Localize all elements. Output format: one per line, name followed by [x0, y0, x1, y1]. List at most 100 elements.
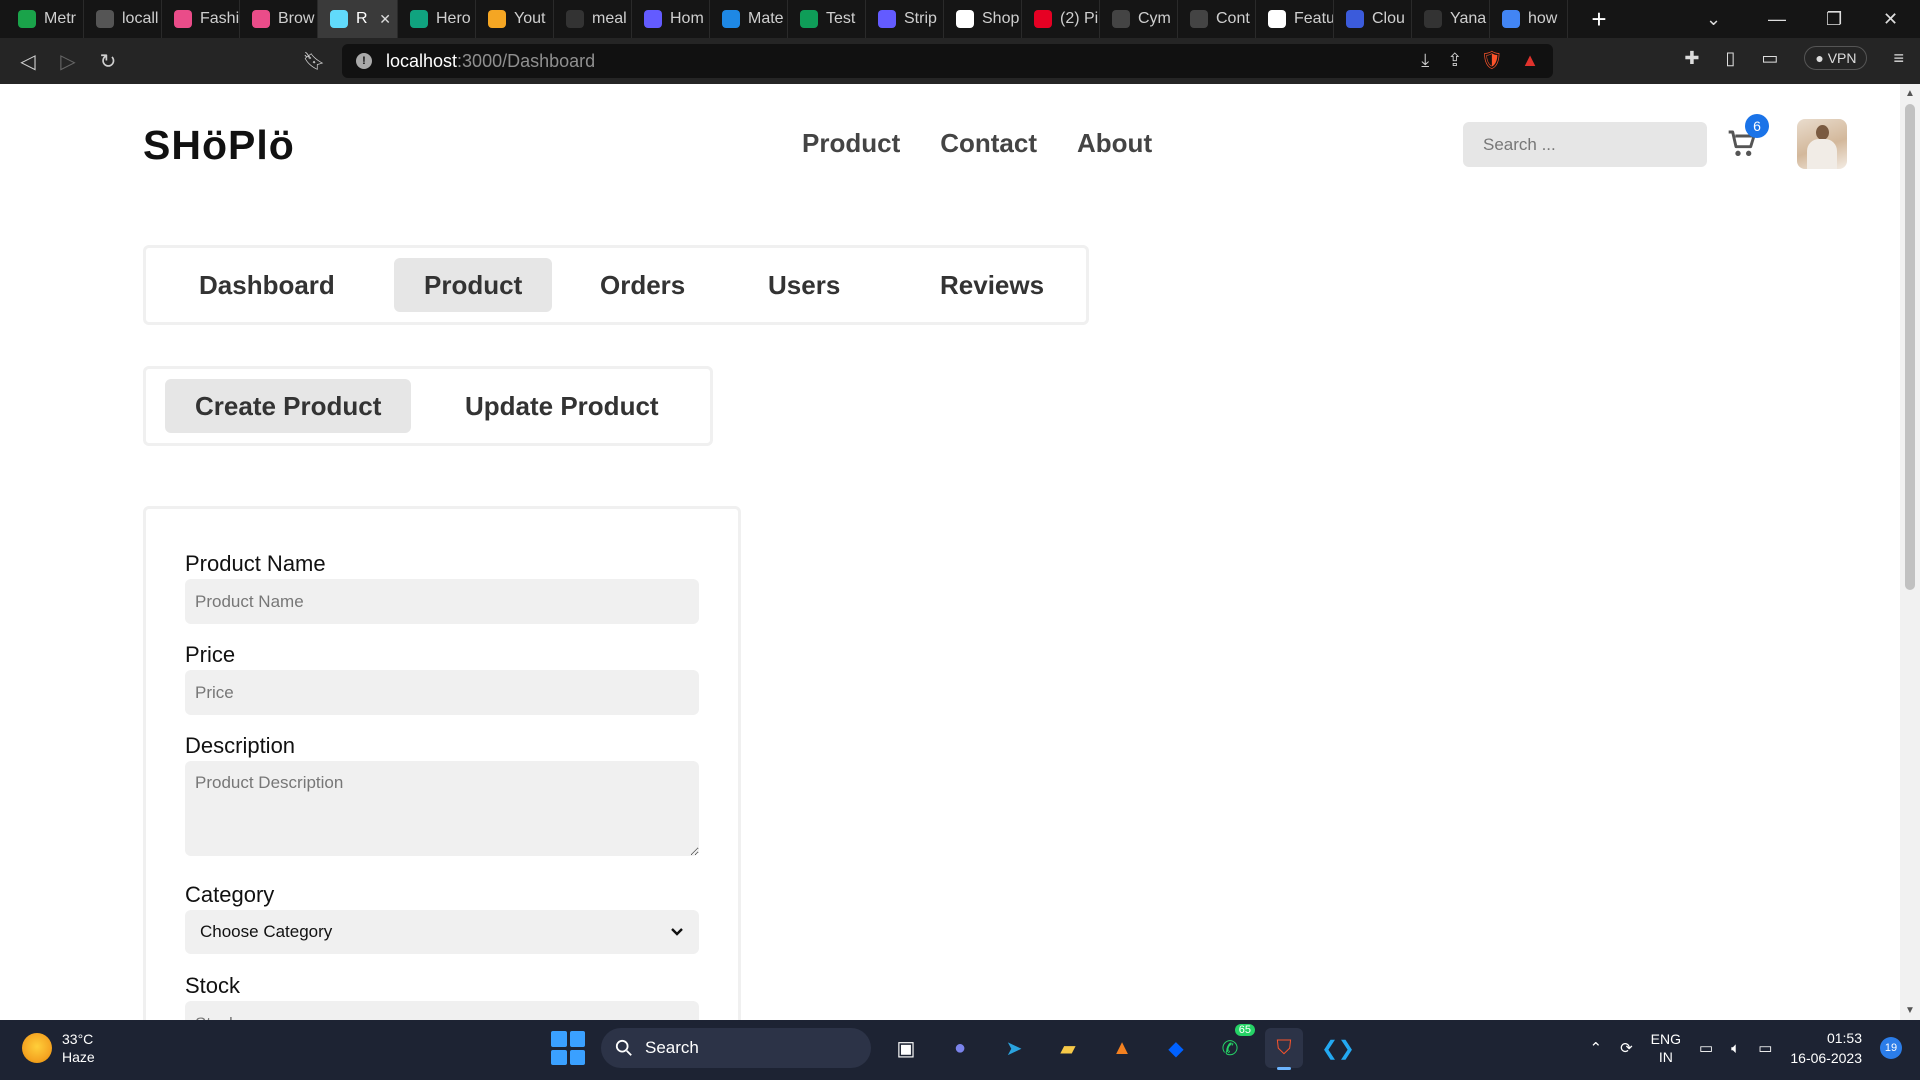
bookmark-icon[interactable]: 🔖︎ — [294, 51, 334, 72]
tab-users[interactable]: Users — [738, 258, 870, 312]
browser-tab[interactable]: Shop — [944, 0, 1022, 38]
browser-tab[interactable]: locall — [84, 0, 162, 38]
page-scrollbar[interactable]: ▲ ▼ — [1900, 84, 1920, 1020]
language-indicator[interactable]: ENG IN — [1651, 1030, 1681, 1066]
tab-favicon-icon — [1034, 10, 1052, 28]
browser-tab-label: how — [1528, 10, 1558, 27]
browser-tab[interactable]: Cym — [1100, 0, 1178, 38]
reload-icon[interactable]: ↻ — [88, 49, 128, 74]
stock-input[interactable] — [185, 1001, 699, 1020]
install-icon[interactable]: ⤓ — [1421, 50, 1429, 71]
network-icon[interactable]: ▭ — [1699, 1039, 1713, 1057]
page-content: SHöPlö Product Contact About 6 Dashboard… — [0, 84, 1900, 1020]
tab-favicon-icon — [644, 10, 662, 28]
task-view-icon[interactable]: ▣ — [887, 1028, 925, 1068]
share-icon[interactable]: ⇪ — [1447, 50, 1462, 71]
tab-dashboard[interactable]: Dashboard — [169, 258, 365, 312]
browser-tab-label: Strip — [904, 10, 937, 27]
telegram-icon[interactable]: ➤ — [995, 1028, 1033, 1068]
dropbox-icon[interactable]: ◆ — [1157, 1028, 1195, 1068]
vpn-label: VPN — [1827, 50, 1857, 66]
weather-widget[interactable]: 33°C Haze — [22, 1030, 95, 1066]
browser-tab[interactable]: how — [1490, 0, 1568, 38]
battery-icon[interactable]: ▭ — [1758, 1039, 1772, 1057]
description-textarea[interactable] — [185, 761, 699, 856]
browser-tab[interactable]: Test — [788, 0, 866, 38]
browser-tab-label: Shop — [982, 10, 1020, 27]
browser-tab[interactable]: Yana — [1412, 0, 1490, 38]
browser-tab[interactable]: (2) Pi — [1022, 0, 1100, 38]
minimize-button[interactable]: — — [1768, 0, 1786, 38]
browser-tab[interactable]: Hom — [632, 0, 710, 38]
search-input[interactable] — [1463, 122, 1707, 167]
browser-tab[interactable]: Fashi — [162, 0, 240, 38]
stock-label: Stock — [185, 973, 241, 998]
tab-search-chevron-icon[interactable]: ⌄ — [1706, 0, 1721, 38]
browser-tab-label: Hom — [670, 10, 704, 27]
clock-date: 16-06-2023 — [1790, 1050, 1862, 1066]
forward-arrow-icon[interactable]: ▷ — [48, 49, 88, 74]
browser-tab-label: Hero — [436, 10, 471, 27]
category-select[interactable]: Choose Category — [185, 910, 699, 954]
file-explorer-icon[interactable]: ▰ — [1049, 1028, 1087, 1068]
wallet-icon[interactable]: ▭ — [1761, 48, 1778, 69]
show-hidden-icons-chevron-icon[interactable]: ⌃ — [1589, 1039, 1602, 1057]
whatsapp-icon[interactable]: ✆ 65 — [1211, 1024, 1255, 1068]
search-icon — [615, 1039, 632, 1056]
extensions-icon[interactable]: ✚ — [1684, 48, 1699, 69]
tab-orders[interactable]: Orders — [570, 258, 715, 312]
scrollbar-thumb[interactable] — [1905, 104, 1915, 590]
nav-link-about[interactable]: About — [1077, 128, 1152, 159]
product-name-input[interactable] — [185, 579, 699, 624]
tab-update-product[interactable]: Update Product — [435, 379, 689, 433]
browser-tab[interactable]: Cont — [1178, 0, 1256, 38]
vscode-icon[interactable]: ❮❯ — [1319, 1028, 1357, 1068]
browser-tab[interactable]: Strip — [866, 0, 944, 38]
browser-tab[interactable]: Mate — [710, 0, 788, 38]
new-tab-button[interactable]: + — [1584, 4, 1614, 35]
sync-icon[interactable]: ⟳ — [1620, 1039, 1633, 1057]
taskbar-search[interactable]: Search — [601, 1028, 871, 1068]
volume-icon[interactable]: 🔈︎ — [1731, 1040, 1740, 1057]
back-arrow-icon[interactable]: ◁ — [8, 49, 48, 74]
taskbar-search-label: Search — [645, 1038, 699, 1057]
price-input[interactable] — [185, 670, 699, 715]
system-clock[interactable]: 01:53 16-06-2023 — [1790, 1028, 1862, 1068]
tab-favicon-icon — [878, 10, 896, 28]
browser-tab[interactable]: Clou — [1334, 0, 1412, 38]
notification-count-badge[interactable]: 19 — [1880, 1037, 1902, 1059]
close-tab-icon[interactable]: ✕ — [379, 11, 391, 28]
nav-link-contact[interactable]: Contact — [940, 128, 1037, 159]
browser-tab[interactable]: Featu — [1256, 0, 1334, 38]
brave-browser-icon[interactable]: ⛉ — [1265, 1028, 1303, 1070]
nav-link-product[interactable]: Product — [802, 128, 900, 159]
teams-chat-icon[interactable]: ● — [941, 1028, 979, 1068]
browser-tab[interactable]: meal — [554, 0, 632, 38]
browser-tab[interactable]: Yout — [476, 0, 554, 38]
vlc-icon[interactable]: ▲ — [1103, 1028, 1141, 1068]
windows-start-icon[interactable] — [551, 1031, 585, 1065]
brave-shields-icon[interactable]: 🛡︎ — [1480, 50, 1503, 71]
brave-rewards-icon[interactable]: ▲ — [1521, 50, 1539, 71]
vpn-button[interactable]: ● VPN — [1804, 46, 1868, 70]
restore-button[interactable]: ❐ — [1826, 0, 1842, 38]
site-logo[interactable]: SHöPlö — [143, 122, 295, 169]
menu-icon[interactable]: ≡ — [1893, 48, 1904, 69]
browser-tab[interactable]: Brow — [240, 0, 318, 38]
browser-tab-label: Yana — [1450, 10, 1487, 27]
close-window-button[interactable]: ✕ — [1883, 0, 1898, 38]
browser-tab[interactable]: Hero — [398, 0, 476, 38]
browser-tab[interactable]: R ✕ — [318, 0, 398, 38]
sidebar-icon[interactable]: ▯ — [1725, 48, 1735, 69]
browser-tab[interactable]: Metr — [6, 0, 84, 38]
browser-tab-label: Test — [826, 10, 856, 27]
url-host: localhost — [386, 50, 458, 71]
tab-create-product[interactable]: Create Product — [165, 379, 412, 433]
address-bar[interactable]: ! localhost:3000/Dashboard ⤓ ⇪ 🛡︎ ▲ — [342, 44, 1553, 78]
user-avatar[interactable] — [1797, 119, 1847, 169]
tab-reviews[interactable]: Reviews — [910, 258, 1074, 312]
site-info-icon[interactable]: ! — [356, 53, 372, 69]
tab-product[interactable]: Product — [394, 258, 553, 312]
scroll-down-arrow-icon[interactable]: ▼ — [1905, 1005, 1915, 1016]
scroll-up-arrow-icon[interactable]: ▲ — [1905, 88, 1915, 99]
